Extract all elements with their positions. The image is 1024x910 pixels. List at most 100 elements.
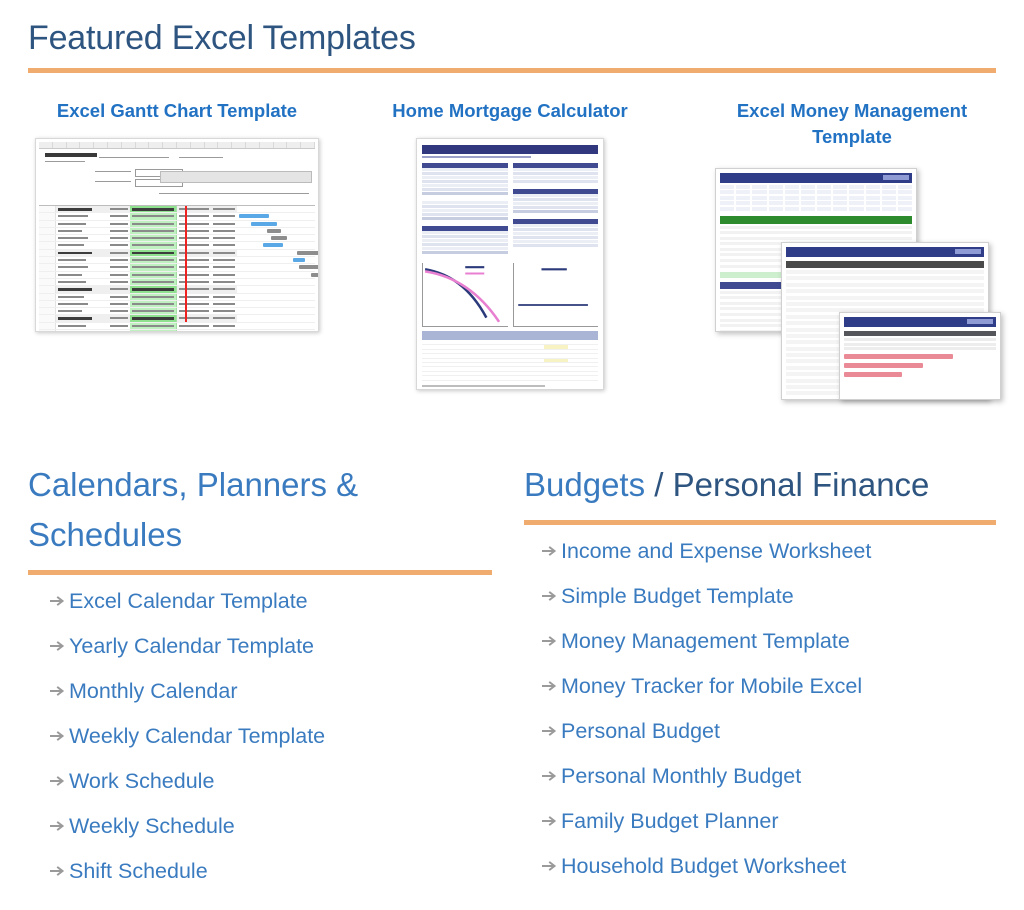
card-title-link-money-management[interactable]: Excel Money Management Template [712, 98, 992, 150]
mortgage-payment-schedule [422, 331, 598, 387]
link-personal-monthly-budget[interactable]: Personal Monthly Budget [561, 764, 801, 788]
arrow-right-icon [50, 864, 66, 878]
featured-card-gantt[interactable]: Excel Gantt Chart Template [0, 98, 340, 390]
arrow-right-icon [542, 634, 558, 648]
mortgage-title-bar [422, 145, 598, 154]
list-item[interactable]: Yearly Calendar Template [50, 634, 512, 658]
link-simple-budget-template[interactable]: Simple Budget Template [561, 584, 794, 608]
card-thumbnail-wrap-mortgage [340, 138, 680, 390]
featured-templates-section: Featured Excel Templates Excel Gantt Cha… [0, 0, 1024, 400]
report-bar-net [844, 372, 902, 377]
income-section-bar [720, 215, 912, 224]
list-item[interactable]: Household Budget Worksheet [542, 854, 1024, 878]
gantt-header-block [39, 149, 315, 206]
card-title-link-mortgage[interactable]: Home Mortgage Calculator [370, 98, 650, 124]
link-personal-budget[interactable]: Personal Budget [561, 719, 720, 743]
link-money-tracker-for-mobile-excel[interactable]: Money Tracker for Mobile Excel [561, 674, 862, 698]
table-row [39, 213, 315, 221]
list-item[interactable]: Work Schedule [50, 769, 512, 793]
featured-card-row: Excel Gantt Chart Template Home Mortgage… [0, 98, 1024, 400]
link-excel-calendar-template[interactable]: Excel Calendar Template [69, 589, 308, 613]
home-mortgage-calculator-thumbnail[interactable] [416, 138, 604, 390]
list-item[interactable]: Money Management Template [542, 629, 1024, 653]
link-money-management-template[interactable]: Money Management Template [561, 629, 850, 653]
yearly-budget-title-bar [720, 173, 912, 183]
link-yearly-calendar-template[interactable]: Yearly Calendar Template [69, 634, 314, 658]
list-item[interactable]: Monthly Calendar [50, 679, 512, 703]
monthly-report-summary-bar [844, 331, 996, 336]
list-item[interactable]: Simple Budget Template [542, 584, 1024, 608]
table-row [39, 249, 318, 258]
section-heading-budgets: Budgets / Personal Finance [512, 460, 1024, 510]
link-monthly-calendar[interactable]: Monthly Calendar [69, 679, 238, 703]
gantt-today-marker [185, 206, 187, 322]
list-item[interactable]: Personal Budget [542, 719, 1024, 743]
featured-card-mortgage[interactable]: Home Mortgage Calculator [340, 98, 680, 390]
link-weekly-schedule[interactable]: Weekly Schedule [69, 814, 235, 838]
table-row [39, 293, 315, 301]
list-item[interactable]: Family Budget Planner [542, 809, 1024, 833]
list-item[interactable]: Excel Calendar Template [50, 589, 512, 613]
arrow-right-icon [50, 684, 66, 698]
arrow-right-icon [542, 724, 558, 738]
link-list-calendars: Excel Calendar Template Yearly Calendar … [0, 575, 512, 883]
arrow-right-icon [542, 589, 558, 603]
table-row [39, 235, 315, 243]
table-row [39, 242, 315, 250]
section-heading-link-budgets[interactable]: Budgets [524, 466, 645, 503]
table-row [39, 264, 318, 272]
arrow-right-icon [50, 774, 66, 788]
list-item[interactable]: Shift Schedule [50, 859, 512, 883]
gantt-task-rows [39, 206, 318, 331]
card-title-link-gantt[interactable]: Excel Gantt Chart Template [37, 98, 317, 124]
list-item[interactable]: Weekly Schedule [50, 814, 512, 838]
link-weekly-calendar-template[interactable]: Weekly Calendar Template [69, 724, 325, 748]
vertex-logo-icon [955, 249, 981, 254]
table-row [39, 278, 315, 287]
transactions-column-headers [786, 261, 984, 268]
list-item[interactable]: Income and Expense Worksheet [542, 539, 1024, 563]
monthly-budget-report-sheet[interactable] [839, 312, 1001, 400]
section-heading-link-calendars[interactable]: Calendars, Planners & Schedules [28, 466, 358, 553]
arrow-right-icon [50, 729, 66, 743]
link-family-budget-planner[interactable]: Family Budget Planner [561, 809, 779, 833]
table-row [39, 308, 315, 316]
featured-card-money-management[interactable]: Excel Money Management Template [680, 98, 1024, 400]
arrow-right-icon [542, 679, 558, 693]
link-work-schedule[interactable]: Work Schedule [69, 769, 214, 793]
mortgage-payoff-chart [512, 263, 598, 327]
vertex-logo-icon [883, 175, 909, 180]
arrow-right-icon [542, 859, 558, 873]
gantt-column-headers [39, 142, 315, 149]
arrow-right-icon [50, 819, 66, 833]
arrow-right-icon [542, 814, 558, 828]
card-thumbnail-wrap-money [680, 164, 1024, 400]
link-shift-schedule[interactable]: Shift Schedule [69, 859, 208, 883]
table-row [39, 227, 315, 236]
table-row [39, 206, 315, 214]
table-row [39, 315, 315, 323]
link-household-budget-worksheet[interactable]: Household Budget Worksheet [561, 854, 846, 878]
arrow-right-icon [50, 594, 66, 608]
section-heading-calendars: Calendars, Planners & Schedules [0, 460, 512, 560]
transactions-title-bar [786, 247, 984, 257]
table-row [39, 286, 315, 294]
arrow-right-icon [542, 769, 558, 783]
mortgage-left-panels [422, 163, 508, 260]
list-item[interactable]: Weekly Calendar Template [50, 724, 512, 748]
vertex-logo-icon [967, 319, 993, 324]
page-title: Featured Excel Templates [28, 19, 416, 57]
list-item[interactable]: Money Tracker for Mobile Excel [542, 674, 1024, 698]
column-calendars-planners-schedules: Calendars, Planners & Schedules Excel Ca… [0, 460, 512, 904]
excel-gantt-chart-thumbnail[interactable] [35, 138, 319, 332]
column-budgets-personal-finance: Budgets / Personal Finance Income and Ex… [512, 460, 1024, 904]
table-row [39, 300, 315, 309]
section-divider-featured [28, 68, 996, 73]
link-income-and-expense-worksheet[interactable]: Income and Expense Worksheet [561, 539, 871, 563]
table-row [39, 271, 318, 279]
money-management-thumbnail[interactable] [709, 164, 1001, 400]
mortgage-balance-chart [422, 263, 508, 327]
list-item[interactable]: Personal Monthly Budget [542, 764, 1024, 788]
table-row [39, 322, 315, 331]
arrow-right-icon [542, 544, 558, 558]
